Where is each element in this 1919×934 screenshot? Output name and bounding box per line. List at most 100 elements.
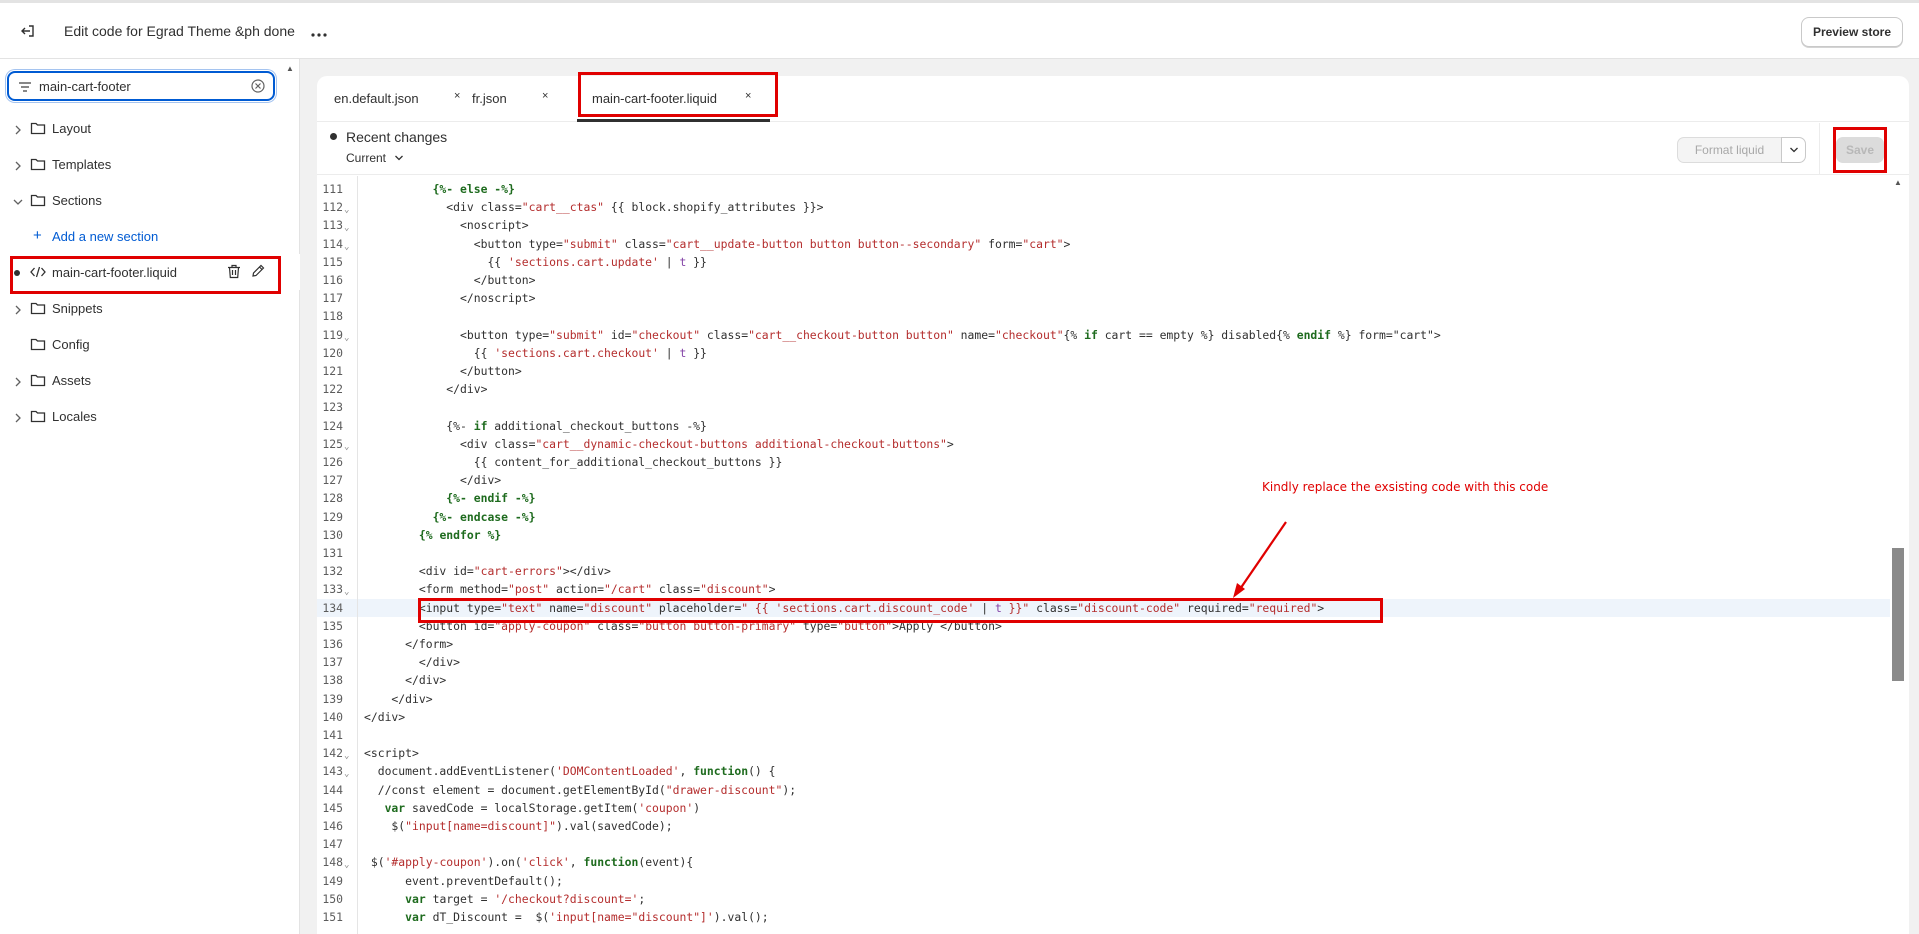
code-line[interactable]: 113 ⌄ <noscript> xyxy=(317,216,1892,234)
folder-config[interactable]: Config xyxy=(0,326,300,362)
code-line[interactable]: 136 </form> xyxy=(317,635,1892,653)
line-number: 145 xyxy=(322,800,343,815)
recent-changes-title: Recent changes xyxy=(346,129,448,145)
code-line[interactable]: 144 //const element = document.getElemen… xyxy=(317,781,1892,799)
line-number: 134 xyxy=(322,600,343,615)
code-line[interactable]: 129 {%- endcase -%} xyxy=(317,508,1892,526)
folder-templates[interactable]: Templates xyxy=(0,146,300,182)
code-line[interactable]: 123 xyxy=(317,398,1892,416)
code-line[interactable]: 149 event.preventDefault(); xyxy=(317,872,1892,890)
code-line[interactable]: 139 </div> xyxy=(317,690,1892,708)
folder-label: Layout xyxy=(52,121,92,136)
code-line[interactable]: 133 ⌄ <form method="post" action="/cart" … xyxy=(317,580,1892,598)
tab-main-cart-footer-liquid[interactable]: main-cart-footer.liquid × xyxy=(577,76,777,122)
format-liquid-button[interactable]: Format liquid xyxy=(1677,137,1782,163)
save-button[interactable]: Save xyxy=(1836,137,1884,163)
code-line[interactable]: 132 <div id="cart-errors"></div> xyxy=(317,562,1892,580)
format-options-button[interactable] xyxy=(1781,137,1806,163)
line-number: 143 xyxy=(322,764,343,779)
chevron-right-icon xyxy=(13,159,23,171)
folder-layout[interactable]: Layout xyxy=(0,110,300,146)
code-line[interactable]: 137 </div> xyxy=(317,653,1892,671)
code-line[interactable]: 142 ⌄ <script> xyxy=(317,744,1892,762)
line-number: 113 xyxy=(322,218,343,233)
line-number: 115 xyxy=(322,254,343,269)
code-line[interactable]: 115 {{ 'sections.cart.update' | t }} xyxy=(317,253,1892,271)
search-input[interactable] xyxy=(39,77,239,95)
code-icon xyxy=(30,266,46,281)
code-line[interactable]: 146 $("input[name=discount]").val(savedC… xyxy=(317,817,1892,835)
code-line[interactable]: 127 </div> xyxy=(317,471,1892,489)
more-actions-button[interactable] xyxy=(305,19,333,47)
code-line[interactable]: 147 xyxy=(317,835,1892,853)
rename-icon[interactable] xyxy=(251,264,265,281)
code-line[interactable]: 120 {{ 'sections.cart.checkout' | t }} xyxy=(317,344,1892,362)
folder-snippets[interactable]: Snippets xyxy=(0,290,300,326)
code-line[interactable]: 118 xyxy=(317,307,1892,325)
code-text: {%- if additional_checkout_buttons -%} xyxy=(364,418,707,433)
code-line[interactable]: 134 <input type="text" name="discount" p… xyxy=(317,598,1892,617)
tab-label: en.default.json xyxy=(334,91,419,106)
code-line[interactable]: 125 ⌄ <div class="cart__dynamic-checkout-… xyxy=(317,435,1892,453)
code-line[interactable]: 148 ⌄ $('#apply-coupon').on('click', func… xyxy=(317,853,1892,871)
code-line[interactable]: 138 </div> xyxy=(317,671,1892,689)
line-number: 141 xyxy=(322,728,343,742)
delete-icon[interactable] xyxy=(227,264,241,282)
code-line[interactable]: 112 ⌄ <div class="cart__ctas" {{ block.sh… xyxy=(317,198,1892,216)
code-line[interactable]: 131 xyxy=(317,544,1892,562)
code-line[interactable]: 143 ⌄ document.addEventListener('DOMConte… xyxy=(317,762,1892,780)
tab-fr-json[interactable]: fr.json × xyxy=(462,76,577,122)
code-line[interactable]: 140 </div> xyxy=(317,708,1892,726)
code-line[interactable]: 130 {% endfor %} xyxy=(317,526,1892,544)
code-line[interactable]: 122 </div> xyxy=(317,380,1892,398)
code-text: <div class="cart__dynamic-checkout-butto… xyxy=(364,436,954,451)
tab-en-default-json[interactable]: en.default.json × xyxy=(317,76,460,122)
editor-toolbar: Recent changes Current Format liquid Sav… xyxy=(317,123,1909,175)
code-line[interactable]: 135 <button id="apply-coupon" class="but… xyxy=(317,617,1892,635)
line-number: 148 xyxy=(322,855,343,870)
code-line[interactable]: 121 </button> xyxy=(317,362,1892,380)
chevron-down-icon xyxy=(1789,147,1798,153)
clear-search-icon[interactable] xyxy=(251,79,265,98)
line-number: 122 xyxy=(322,382,343,397)
code-text: <button type="submit" id="checkout" clas… xyxy=(364,327,1441,342)
code-editor[interactable]: 111 {%- else -%} 112 ⌄ <div class="cart__c… xyxy=(317,176,1909,934)
code-line[interactable]: 116 </button> xyxy=(317,271,1892,289)
code-text: <input type="text" name="discount" place… xyxy=(364,600,1325,615)
version-select[interactable]: Current xyxy=(346,151,404,165)
divider xyxy=(1819,123,1820,175)
folder-locales[interactable]: Locales xyxy=(0,398,300,434)
code-line[interactable]: 141 xyxy=(317,726,1892,744)
code-line[interactable]: 119 ⌄ <button type="submit" id="checkout"… xyxy=(317,326,1892,344)
line-number: 132 xyxy=(322,564,343,579)
close-icon[interactable]: × xyxy=(542,90,548,102)
code-line[interactable]: 145 var savedCode = localStorage.getItem… xyxy=(317,799,1892,817)
folder-assets[interactable]: Assets xyxy=(0,362,300,398)
add-section-link[interactable]: + Add a new section xyxy=(0,218,300,254)
code-line[interactable]: 124 {%- if additional_checkout_buttons -… xyxy=(317,417,1892,435)
code-line[interactable]: 126 {{ content_for_additional_checkout_b… xyxy=(317,453,1892,471)
line-number: 127 xyxy=(322,473,343,488)
code-text: $("input[name=discount]").val(savedCode)… xyxy=(364,819,673,833)
preview-store-button[interactable]: Preview store xyxy=(1800,17,1903,47)
line-number: 137 xyxy=(322,655,343,670)
code-line[interactable]: 117 </noscript> xyxy=(317,289,1892,307)
code-line[interactable]: 111 {%- else -%} xyxy=(317,180,1892,198)
scroll-up-icon[interactable]: ▲ xyxy=(286,64,294,73)
line-number: 121 xyxy=(322,364,343,378)
close-icon[interactable]: × xyxy=(454,90,460,102)
code-text: <div id="cart-errors"></div> xyxy=(364,564,611,579)
code-line[interactable]: 128 {%- endif -%} xyxy=(317,489,1892,507)
file-main-cart-footer[interactable]: main-cart-footer.liquid xyxy=(0,254,300,290)
scroll-up-icon[interactable]: ▲ xyxy=(1894,178,1902,187)
folder-sections[interactable]: Sections xyxy=(0,182,300,218)
code-text: {% endfor %} xyxy=(418,527,502,542)
code-text: </div> xyxy=(364,655,461,670)
scrollbar-thumb[interactable] xyxy=(1892,548,1904,681)
code-line[interactable]: 151 var dT_Discount = $('input[name="dis… xyxy=(317,908,1892,926)
code-line[interactable]: 150 var target = '/checkout?discount='; xyxy=(317,890,1892,908)
exit-button[interactable] xyxy=(14,19,42,47)
code-text: var savedCode = localStorage.getItem('co… xyxy=(384,800,701,815)
close-icon[interactable]: × xyxy=(745,90,751,102)
code-line[interactable]: 114 ⌄ <button type="submit" class="cart__… xyxy=(317,235,1892,253)
